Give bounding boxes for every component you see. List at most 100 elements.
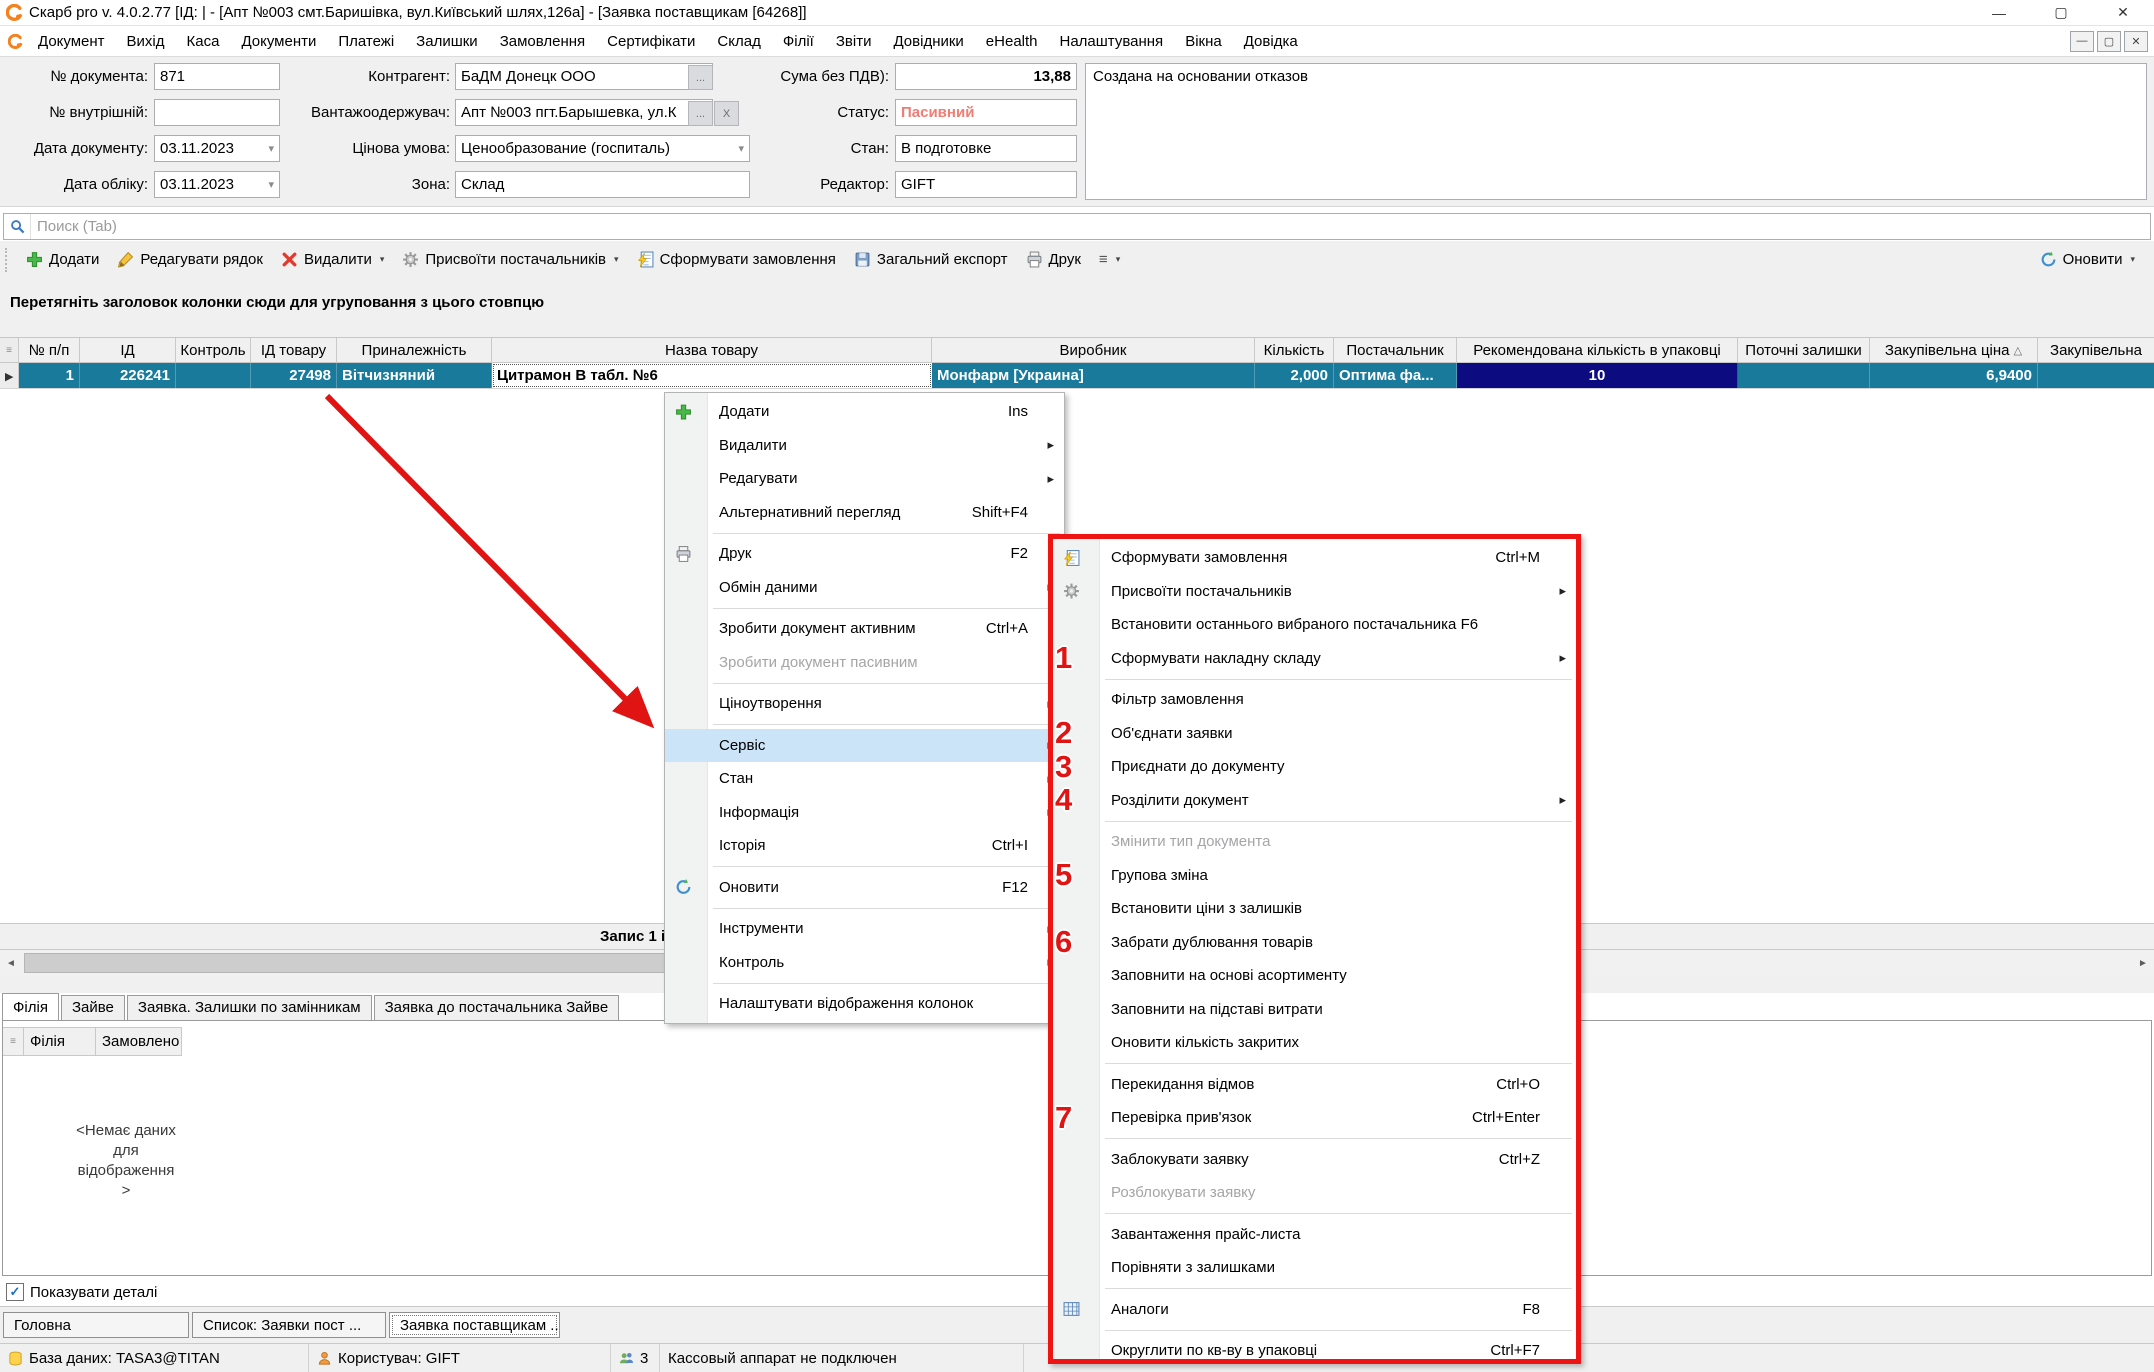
dropdown-arrow-icon[interactable]: ▾ (380, 254, 385, 265)
menu-dokument[interactable]: Документ (27, 26, 116, 56)
search-bar[interactable] (3, 213, 2151, 240)
context-menu-item-obmin-danymy[interactable]: Обмін даними ▸ (665, 571, 1064, 605)
menu-ehealth[interactable]: eHealth (975, 26, 1049, 56)
submenu-item-vstanovyty-tsiny[interactable]: Встановити ціни з залишків (1053, 892, 1576, 926)
window-tab-holovna[interactable]: Головна (3, 1312, 189, 1338)
menu-vyhid[interactable]: Вихід (116, 26, 176, 56)
column-header-price2[interactable]: Закупівельна (2038, 338, 2154, 362)
column-header-id[interactable]: ІД (80, 338, 176, 362)
cell-manufacturer[interactable]: Монфарм [Украина] (932, 363, 1255, 388)
submenu-item-perekydannia-vidmov[interactable]: Перекидання відмов Ctrl+O (1053, 1068, 1576, 1102)
price-condition-field[interactable]: ▾ (455, 135, 750, 162)
column-header-num[interactable]: № п/п (19, 338, 80, 362)
cell-name[interactable]: Цитрамон В табл. №6 (492, 363, 932, 388)
submenu-item-okruhlyty[interactable]: Округлити по кв-ву в упаковці Ctrl+F7 (1053, 1334, 1576, 1368)
submenu-item-sformuvaty-zamovlennia[interactable]: Сформувати замовлення Ctrl+M (1053, 541, 1576, 575)
consignee-browse-button[interactable]: ... (688, 101, 713, 126)
scroll-left-icon[interactable]: ◄ (0, 950, 22, 976)
context-menu-item-dodaty[interactable]: Додати Ins (665, 395, 1064, 429)
chevron-down-icon[interactable]: ▾ (268, 142, 279, 155)
cell-origin[interactable]: Вітчизняний (337, 363, 492, 388)
cell-product-id[interactable]: 27498 (251, 363, 337, 388)
menu-platezhi[interactable]: Платежі (327, 26, 405, 56)
cell-recommended[interactable]: 10 (1457, 363, 1738, 388)
submenu-item-zabraty-dubliuvannia[interactable]: 6 Забрати дублювання товарів (1053, 926, 1576, 960)
column-header-origin[interactable]: Приналежність (337, 338, 492, 362)
editor-field[interactable] (895, 171, 1077, 198)
form-order-button[interactable]: Сформувати замовлення (628, 246, 845, 274)
column-header-price[interactable]: Закупівельна ціна △ (1870, 338, 2038, 362)
zone-input[interactable] (456, 176, 749, 193)
tab-zaive[interactable]: Зайве (61, 995, 125, 1020)
context-menu-item-kontrol[interactable]: Контроль ▸ (665, 946, 1064, 980)
column-header-qty[interactable]: Кількість (1255, 338, 1334, 362)
child-restore-button[interactable]: ▢ (2097, 31, 2121, 52)
context-menu-item-druk[interactable]: Друк F2 (665, 537, 1064, 571)
cell-supplier[interactable]: Оптима фа... (1334, 363, 1457, 388)
menu-dovidnyky[interactable]: Довідники (882, 26, 974, 56)
context-menu-item-nalashtuvaty-kolonky[interactable]: Налаштувати відображення колонок (665, 987, 1064, 1021)
submenu-item-vstanovyty-ostannoho[interactable]: Встановити останнього вибраного постачал… (1053, 608, 1576, 642)
column-header-manufacturer[interactable]: Виробник (932, 338, 1255, 362)
minimize-button[interactable]: — (1968, 0, 2030, 26)
context-menu-item-servis[interactable]: Сервіс ▸ (665, 729, 1064, 763)
search-input[interactable] (31, 218, 2150, 235)
context-menu-item-tsinoutvorennia[interactable]: Ціноутворення ▸ (665, 687, 1064, 721)
context-menu-item-informatsiia[interactable]: Інформація ▸ (665, 796, 1064, 830)
cell-price2[interactable] (2038, 363, 2154, 388)
chevron-down-icon[interactable]: ▾ (268, 178, 279, 191)
internal-number-field[interactable] (154, 99, 280, 126)
menu-filii[interactable]: Філії (772, 26, 825, 56)
contractor-field[interactable] (455, 63, 713, 90)
window-tab-zaiavka[interactable]: Заявка поставщикам .. (389, 1312, 560, 1338)
submenu-item-zapovnyty-vytraty[interactable]: Заповнити на підставі витрати (1053, 993, 1576, 1027)
menu-dokumenty[interactable]: Документи (230, 26, 327, 56)
menu-nalashtuvannia[interactable]: Налаштування (1049, 26, 1175, 56)
submenu-item-onovyty-kilkist[interactable]: Оновити кількість закритих (1053, 1026, 1576, 1060)
contractor-browse-button[interactable]: ... (688, 65, 713, 90)
child-close-button[interactable]: ✕ (2124, 31, 2148, 52)
cell-id[interactable]: 226241 (80, 363, 176, 388)
menu-dovidka[interactable]: Довідка (1233, 26, 1309, 56)
submenu-item-zavantazhennia-prais[interactable]: Завантаження прайс-листа (1053, 1218, 1576, 1252)
cell-price[interactable]: 6,9400 (1870, 363, 2038, 388)
submenu-item-analohy[interactable]: Аналоги F8 (1053, 1293, 1576, 1327)
column-header-product-id[interactable]: ІД товару (251, 338, 337, 362)
submenu-item-rozdilyty-dokument[interactable]: 4 Розділити документ ▸ (1053, 784, 1576, 818)
submenu-item-hrupova-zmina[interactable]: 5 Групова зміна (1053, 859, 1576, 893)
table-row[interactable]: ▸ 1 226241 27498 Вітчизняний Цитрамон В … (0, 363, 2154, 389)
submenu-item-perevirka-pryviazok[interactable]: 7 Перевірка прив'язок Ctrl+Enter (1053, 1101, 1576, 1135)
delete-button[interactable]: Видалити▾ (272, 246, 393, 274)
detail-column-filiya[interactable]: Філія (24, 1028, 96, 1055)
doc-date-input[interactable] (155, 140, 261, 157)
column-header-supplier[interactable]: Постачальник (1334, 338, 1457, 362)
consignee-field[interactable] (455, 99, 713, 126)
sort-indicator-icon[interactable]: △ (2014, 344, 2022, 357)
acc-date-input[interactable] (155, 176, 261, 193)
cell-stock[interactable] (1738, 363, 1870, 388)
group-by-band[interactable]: Перетягніть заголовок колонки сюди для у… (0, 278, 2154, 337)
context-menu-item-alternatyvnyi[interactable]: Альтернативний перегляд Shift+F4 (665, 496, 1064, 530)
tab-zalyshky-zaminnyky[interactable]: Заявка. Залишки по замінникам (127, 995, 372, 1020)
sum-field[interactable] (895, 63, 1077, 90)
column-header-name[interactable]: Назва товару (492, 338, 932, 362)
submenu-item-pryiednaty-do-dokumentu[interactable]: 3 Приєднати до документу (1053, 750, 1576, 784)
print-button[interactable]: Друк (1017, 246, 1090, 274)
cell-control[interactable] (176, 363, 251, 388)
menu-zalyshky[interactable]: Залишки (405, 26, 489, 56)
search-icon[interactable] (4, 214, 31, 239)
assign-suppliers-button[interactable]: Присвоїти постачальників▾ (393, 246, 627, 274)
doc-number-input[interactable] (155, 68, 279, 85)
detail-column-zamovleno[interactable]: Замовлено (96, 1028, 182, 1055)
column-header-recommended[interactable]: Рекомендована кількість в упаковці (1457, 338, 1738, 362)
acc-date-field[interactable]: ▾ (154, 171, 280, 198)
context-menu-item-zrobyty-aktyvnym[interactable]: Зробити документ активним Ctrl+A (665, 612, 1064, 646)
internal-number-input[interactable] (155, 104, 279, 121)
child-minimize-button[interactable]: — (2070, 31, 2094, 52)
add-button[interactable]: Додати (17, 246, 108, 274)
tab-zaiavka-postachalnyka[interactable]: Заявка до постачальника Зайве (374, 995, 620, 1020)
cell-qty[interactable]: 2,000 (1255, 363, 1334, 388)
memo-field[interactable]: Создана на основании отказов (1085, 63, 2147, 200)
doc-date-field[interactable]: ▾ (154, 135, 280, 162)
context-menu-item-onovyty[interactable]: Оновити F12 (665, 871, 1064, 905)
